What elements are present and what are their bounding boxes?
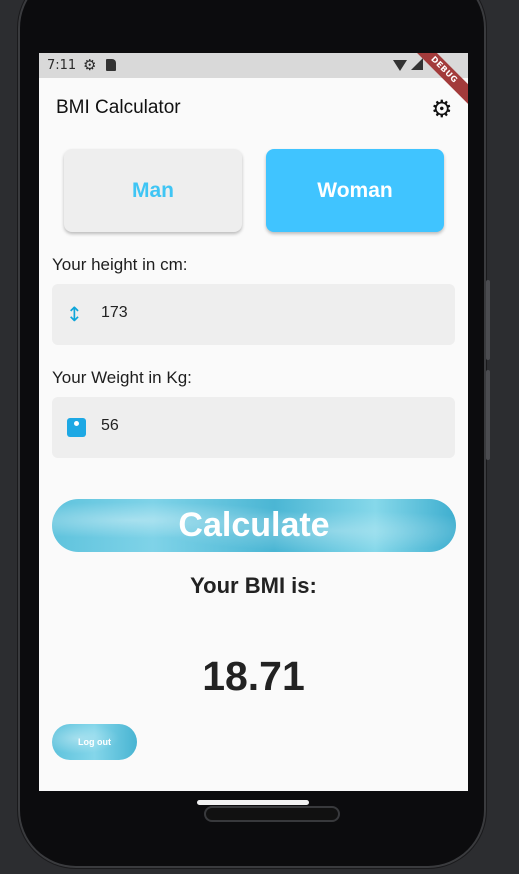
man-button-label: Man (132, 178, 174, 202)
weight-value: 56 (101, 417, 119, 434)
settings-status-icon: ⚙ (83, 56, 97, 74)
scale-icon (67, 418, 86, 437)
bmi-value: 18.71 (202, 653, 305, 699)
signal-icon (411, 58, 423, 70)
page-title: BMI Calculator (56, 97, 181, 118)
home-indicator[interactable] (197, 800, 309, 805)
calculate-button[interactable]: Calculate (52, 499, 456, 552)
woman-button-label: Woman (317, 178, 393, 202)
logout-button[interactable]: Log out (52, 724, 137, 760)
man-button[interactable]: Man (64, 149, 242, 232)
app-bar: BMI Calculator ⚙ (39, 78, 468, 136)
sd-card-icon (106, 59, 116, 71)
wifi-icon (393, 60, 407, 71)
height-label: Your height in cm: (52, 255, 188, 274)
gear-icon[interactable]: ⚙ (431, 95, 453, 123)
status-time: 7:11 (47, 58, 77, 73)
woman-button[interactable]: Woman (266, 149, 444, 232)
calculate-button-label: Calculate (178, 506, 330, 544)
power-button (486, 280, 490, 360)
logout-button-label: Log out (78, 737, 111, 747)
bottom-speaker (204, 806, 340, 822)
height-arrows-icon: ↕ (66, 302, 83, 326)
weight-input[interactable]: 56 (52, 397, 455, 458)
volume-button (486, 370, 490, 460)
app-screen: 7:11 ⚙ DEBUG BMI Calculator ⚙ Man Woman … (39, 53, 468, 791)
weight-label: Your Weight in Kg: (52, 368, 192, 387)
height-value: 173 (101, 304, 128, 321)
bmi-heading: Your BMI is: (190, 573, 317, 598)
height-input[interactable]: ↕ 173 (52, 284, 455, 345)
status-bar: 7:11 ⚙ DEBUG (39, 53, 468, 109)
